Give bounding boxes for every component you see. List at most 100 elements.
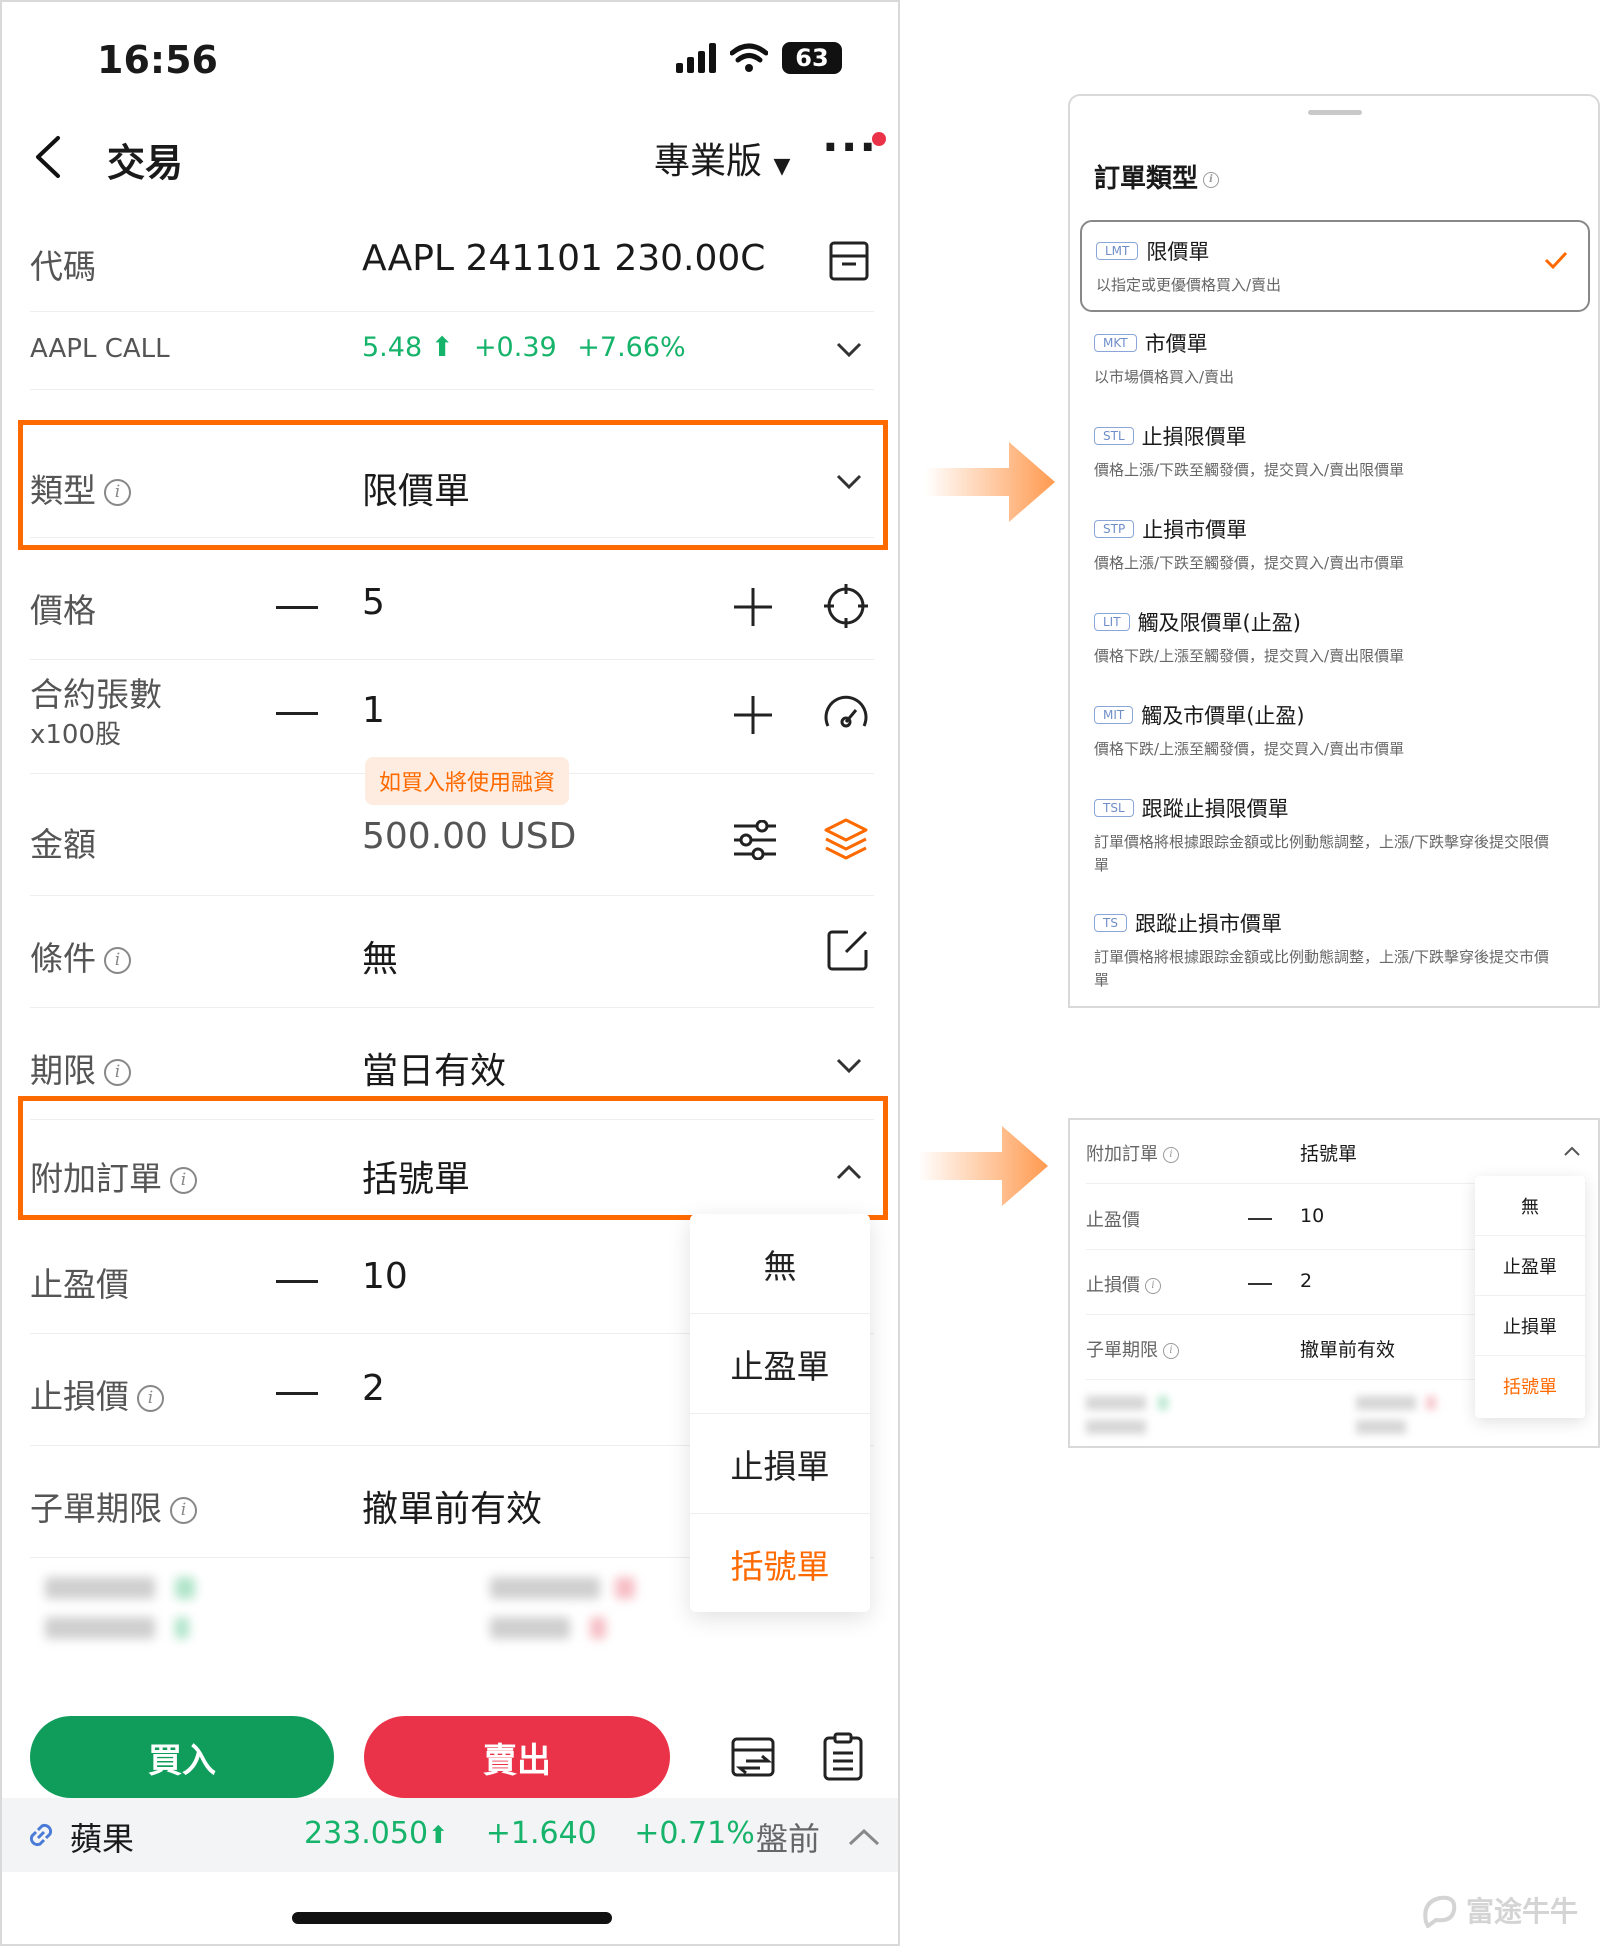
order-types-sheet: 訂單類型 i LMT 限價單 以指定或更優價格買入/賣出 MKT 市價單 以市場價格買… bbox=[1068, 94, 1600, 1008]
gauge-icon[interactable] bbox=[822, 692, 870, 732]
bracket-order-zoom: 附加訂單 i 括號單 止盈價 10 止損價 i 2 子單期限 i 撤單前有效 無 止盈… bbox=[1068, 1118, 1600, 1448]
clipboard-icon[interactable] bbox=[822, 1732, 864, 1782]
pb-take-profit-row[interactable]: 止盈價 10 bbox=[1086, 1186, 1506, 1250]
contract-change: +0.39 bbox=[473, 332, 557, 363]
info-icon[interactable]: i bbox=[170, 1497, 197, 1524]
crosshair-icon[interactable] bbox=[822, 582, 870, 630]
price-row[interactable]: 價格 5 bbox=[30, 550, 874, 660]
badge-lit: LIT bbox=[1094, 613, 1130, 631]
quantity-decrease-button[interactable] bbox=[276, 712, 318, 715]
stop-loss-input[interactable]: 2 bbox=[362, 1368, 385, 1409]
chevron-up-icon[interactable] bbox=[1564, 1146, 1580, 1156]
buy-button[interactable]: 買入 bbox=[30, 1716, 334, 1798]
pb-option-take-profit[interactable]: 止盈單 bbox=[1475, 1236, 1585, 1296]
info-icon[interactable]: i bbox=[1163, 1147, 1179, 1163]
underlying-quote: 233.050⬆ +1.640 +0.71% bbox=[304, 1816, 755, 1851]
sell-button[interactable]: 賣出 bbox=[364, 1716, 670, 1798]
condition-row[interactable]: 條件 i 無 bbox=[30, 898, 874, 1008]
pb-option-stop-loss[interactable]: 止損單 bbox=[1475, 1296, 1585, 1356]
info-icon[interactable]: i bbox=[1145, 1278, 1161, 1294]
info-icon[interactable]: i bbox=[1203, 171, 1220, 188]
contract-price: 5.48 bbox=[362, 332, 423, 363]
take-profit-input[interactable]: 10 bbox=[362, 1256, 408, 1297]
pb-child-tif-row[interactable]: 子單期限 i 撤單前有效 bbox=[1086, 1316, 1506, 1380]
back-arrow-icon[interactable] bbox=[32, 134, 62, 180]
order-type-option-stl[interactable]: STL 止損限價單 價格上漲/下跌至觸發價，提交買入/賣出限價單 bbox=[1080, 407, 1590, 499]
child-order-tif-label: 子單期限 i bbox=[30, 1482, 197, 1530]
quantity-input[interactable]: 1 bbox=[362, 690, 385, 731]
chevron-up-icon[interactable] bbox=[848, 1828, 880, 1846]
info-icon[interactable]: i bbox=[1163, 1343, 1179, 1359]
amount-label: 金額 bbox=[30, 825, 96, 864]
session-label: 盤前 bbox=[756, 1820, 821, 1858]
order-type-option-stp[interactable]: STP 止損市價單 價格上漲/下跌至觸發價，提交買入/賣出市價單 bbox=[1080, 500, 1590, 592]
price-increase-button[interactable] bbox=[732, 586, 774, 628]
sliders-icon[interactable] bbox=[732, 820, 778, 860]
pb-stop-loss-value[interactable]: 2 bbox=[1300, 1270, 1312, 1292]
symbol-row[interactable]: 代碼 AAPL 241101 230.00C bbox=[30, 212, 874, 312]
underlying-change-pct: +0.71% bbox=[634, 1816, 755, 1851]
contract-name: AAPL CALL bbox=[30, 334, 170, 364]
info-icon[interactable]: i bbox=[104, 1059, 131, 1086]
order-type-option-tsl[interactable]: TSL 跟蹤止損限價單 訂單價格將根據跟踪金額或比例動態調整，上漲/下跌擊穿後提交… bbox=[1080, 779, 1590, 893]
pb-attached-order-row[interactable]: 附加訂單 i 括號單 bbox=[1086, 1120, 1586, 1184]
take-profit-decrease-button[interactable] bbox=[276, 1280, 318, 1283]
order-type-option-lit[interactable]: LIT 觸及限價單(止盈) 價格下跌/上漲至觸發價，提交買入/賣出限價單 bbox=[1080, 593, 1590, 685]
inbox-icon[interactable] bbox=[828, 240, 870, 282]
price-input[interactable]: 5 bbox=[362, 582, 385, 623]
quote-row[interactable]: AAPL CALL 5.48 ⬆ +0.39 +7.66% bbox=[30, 314, 874, 390]
edition-label: 專業版 bbox=[654, 141, 763, 182]
info-icon[interactable]: i bbox=[137, 1385, 164, 1412]
pb-take-profit-value[interactable]: 10 bbox=[1300, 1205, 1324, 1227]
edit-icon[interactable] bbox=[826, 928, 870, 972]
dropdown-option-none[interactable]: 無 bbox=[690, 1214, 870, 1314]
swap-icon[interactable] bbox=[730, 1734, 776, 1780]
order-type-option-mit[interactable]: MIT 觸及市價單(止盈) 價格下跌/上漲至觸發價，提交買入/賣出市價單 bbox=[1080, 686, 1590, 778]
amount-value: 500.00 USD bbox=[362, 816, 577, 857]
order-type-name: 市價單 bbox=[1144, 332, 1208, 356]
info-icon[interactable]: i bbox=[104, 947, 131, 974]
pb-take-profit-decrease-button[interactable] bbox=[1248, 1218, 1272, 1220]
edition-selector[interactable]: 專業版 ▼ bbox=[654, 132, 790, 184]
pb-stop-loss-label: 止損價 i bbox=[1086, 1271, 1161, 1297]
pb-option-none[interactable]: 無 bbox=[1475, 1176, 1585, 1236]
symbol-label: 代碼 bbox=[30, 247, 96, 286]
child-order-tif-value: 撤單前有效 bbox=[362, 1489, 543, 1530]
stop-loss-decrease-button[interactable] bbox=[276, 1392, 318, 1395]
layers-icon[interactable] bbox=[822, 816, 870, 862]
price-label: 價格 bbox=[30, 591, 96, 630]
sheet-grabber[interactable] bbox=[1308, 110, 1362, 115]
order-type-desc: 訂單價格將根據跟踪金額或比例動態調整，上漲/下跌擊穿後提交市價單 bbox=[1094, 948, 1550, 989]
battery-icon: 63 bbox=[782, 42, 842, 74]
pb-stop-loss-decrease-button[interactable] bbox=[1248, 1283, 1272, 1285]
order-types-title: 訂單類型 i bbox=[1094, 158, 1220, 195]
phone-screen: 16:56 63 交易 專業版 ▼ ··· 代碼 AAPL 241101 230… bbox=[0, 0, 900, 1946]
take-profit-label: 止盈價 bbox=[30, 1265, 129, 1304]
futu-logo-icon bbox=[1423, 1895, 1457, 1928]
order-type-option-lmt[interactable]: LMT 限價單 以指定或更優價格買入/賣出 bbox=[1080, 220, 1590, 312]
order-type-name: 止損限價單 bbox=[1141, 425, 1247, 449]
dropdown-option-take-profit[interactable]: 止盈單 bbox=[690, 1314, 870, 1414]
price-decrease-button[interactable] bbox=[276, 606, 318, 609]
chevron-down-icon[interactable] bbox=[836, 1058, 862, 1074]
pb-stop-loss-row[interactable]: 止損價 i 2 bbox=[1086, 1251, 1506, 1315]
condition-value: 無 bbox=[362, 939, 399, 980]
pb-option-bracket[interactable]: 括號單 bbox=[1475, 1356, 1585, 1416]
link-icon bbox=[29, 1823, 53, 1847]
dropdown-option-stop-loss[interactable]: 止損單 bbox=[690, 1414, 870, 1514]
more-menu-button[interactable]: ··· bbox=[822, 122, 878, 173]
pb-take-profit-label: 止盈價 bbox=[1086, 1210, 1140, 1231]
chevron-down-icon[interactable] bbox=[836, 342, 862, 358]
order-type-option-ts[interactable]: TS 跟蹤止損市價單 訂單價格將根據跟踪金額或比例動態調整，上漲/下跌擊穿後提交市… bbox=[1080, 894, 1590, 1008]
order-type-desc: 價格上漲/下跌至觸發價，提交買入/賣出市價單 bbox=[1094, 554, 1405, 572]
attached-order-dropdown: 無 止盈單 止損單 括號單 bbox=[690, 1214, 870, 1612]
time-in-force-label: 期限 i bbox=[30, 1044, 131, 1092]
bottom-quote-bar[interactable]: 蘋果 233.050⬆ +1.640 +0.71% 盤前 bbox=[2, 1798, 898, 1872]
order-type-option-mkt[interactable]: MKT 市價單 以市場價格買入/賣出 bbox=[1080, 314, 1590, 406]
underlying-name: 蘋果 bbox=[70, 1820, 135, 1858]
checkmark-icon bbox=[1544, 251, 1568, 270]
page-title: 交易 bbox=[107, 141, 184, 185]
badge-stp: STP bbox=[1094, 520, 1135, 538]
quantity-increase-button[interactable] bbox=[732, 694, 774, 736]
status-icons: 63 bbox=[676, 42, 842, 74]
